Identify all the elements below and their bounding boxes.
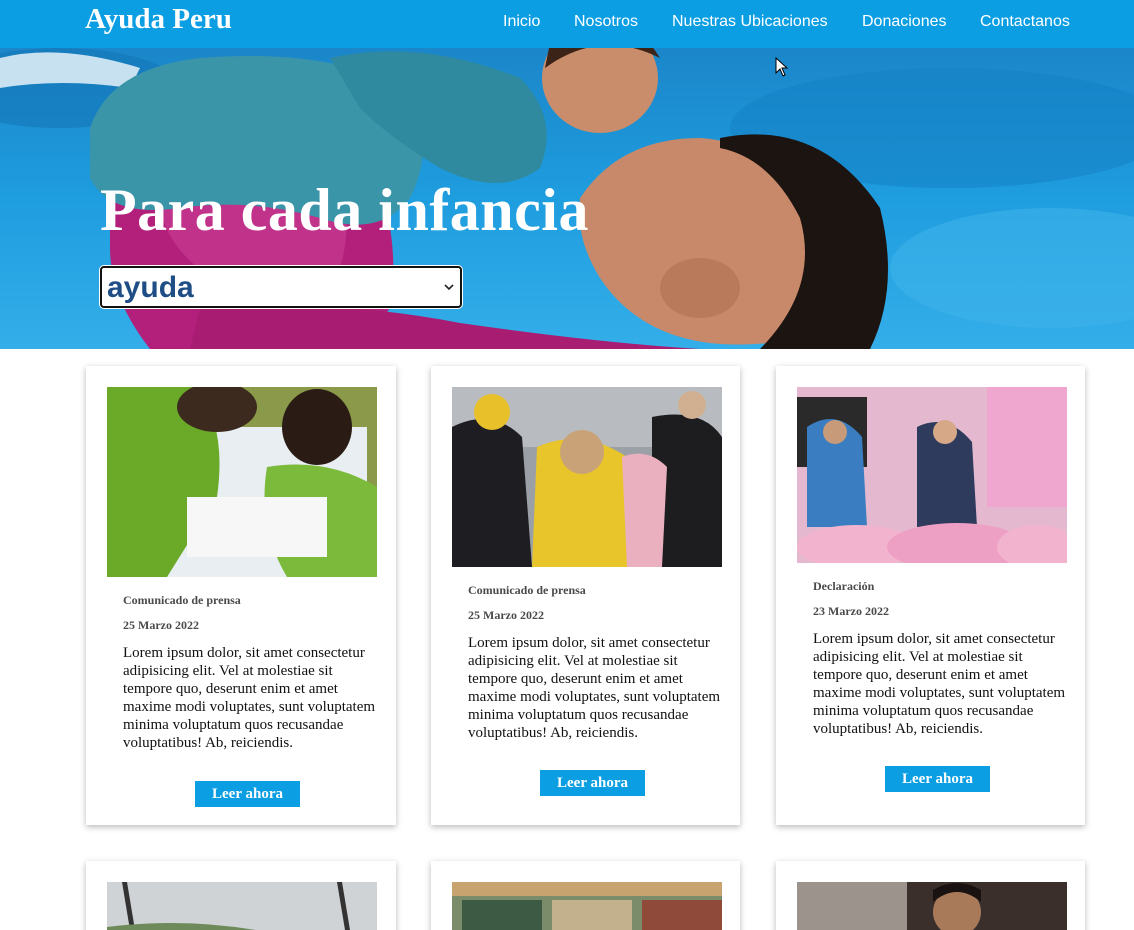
card-category: Declaración [813,579,875,593]
classroom-girls-photo [797,387,1067,563]
news-card-2: Comunicado de prensa 25 Marzo 2022 Lorem… [431,366,740,825]
card-description: Lorem ipsum dolor, sit amet consectetur … [468,635,721,741]
news-card-4 [86,861,396,930]
hero-banner: Para cada infancia ayuda [0,48,1134,349]
read-now-button[interactable]: Leer ahora [195,781,300,807]
news-card-6 [776,861,1085,930]
news-card-1: Comunicado de prensa 25 Marzo 2022 Lorem… [86,366,396,825]
card-description: Lorem ipsum dolor, sit amet consectetur … [123,645,376,751]
children-studying-photo [107,387,377,577]
card-date: 23 Marzo 2022 [813,604,889,618]
refugee-family-photo [452,387,722,567]
nav-link-inicio[interactable]: Inicio [503,0,540,44]
nav-link-nosotros[interactable]: Nosotros [574,0,638,44]
hero-title: Para cada infancia [100,177,589,243]
card-date: 25 Marzo 2022 [123,618,199,632]
news-card-5 [431,861,740,930]
outdoor-photo [107,882,377,930]
school-building-photo [452,882,722,930]
help-type-select-value: ayuda [107,271,194,304]
help-type-select[interactable]: ayuda [100,266,462,308]
chevron-down-icon [444,284,454,291]
read-now-button[interactable]: Leer ahora [885,766,990,792]
nav-link-ubicaciones[interactable]: Nuestras Ubicaciones [672,0,828,44]
nav-link-contactanos[interactable]: Contactanos [980,0,1070,44]
smiling-woman-photo [797,882,1067,930]
mouse-cursor-icon [775,57,789,77]
nav-link-donaciones[interactable]: Donaciones [862,0,947,44]
card-category: Comunicado de prensa [468,583,586,597]
news-card-3: Declaración 23 Marzo 2022 Lorem ipsum do… [776,366,1085,825]
brand-logo[interactable]: Ayuda Peru [85,0,232,38]
top-navbar: Ayuda Peru Inicio Nosotros Nuestras Ubic… [0,0,1134,48]
card-date: 25 Marzo 2022 [468,608,544,622]
card-category: Comunicado de prensa [123,593,241,607]
card-description: Lorem ipsum dolor, sit amet consectetur … [813,631,1066,737]
read-now-button[interactable]: Leer ahora [540,770,645,796]
